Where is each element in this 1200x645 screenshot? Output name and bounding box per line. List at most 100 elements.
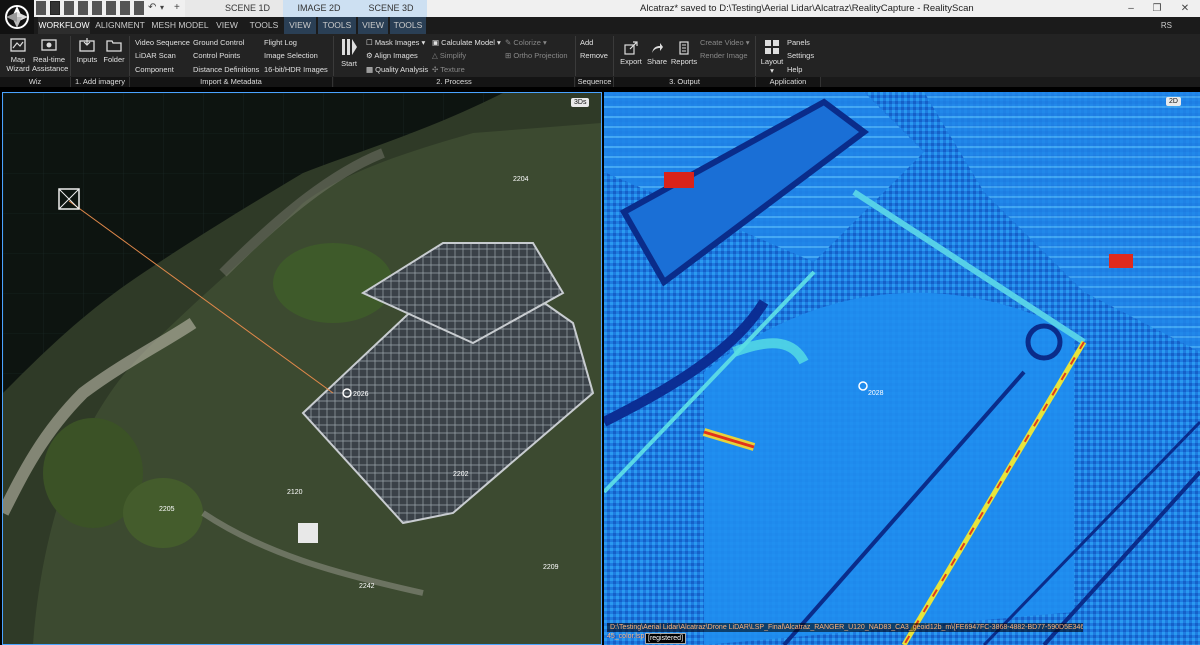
chevron-down-icon: ▾: [770, 66, 774, 75]
intensity-map-render: [604, 92, 1200, 645]
calculate-model-button[interactable]: ▣ Calculate Model ▾: [432, 38, 501, 48]
save-icon[interactable]: [134, 1, 144, 15]
chevron-down-icon: ▾: [421, 38, 426, 47]
lidar-scan-button[interactable]: LiDAR Scan: [135, 51, 176, 61]
divider: [129, 36, 130, 76]
inputs-label: Inputs: [76, 55, 98, 64]
chevron-down-icon: ▾: [497, 38, 501, 47]
viewport-2d[interactable]: 2D 2028: [604, 92, 1200, 645]
viewport-2d-badge[interactable]: 2D: [1166, 97, 1181, 106]
scene-tab-image-2d[interactable]: IMAGE 2D: [283, 0, 355, 17]
reports-label: Reports: [670, 57, 698, 66]
minimize-icon[interactable]: –: [1118, 0, 1144, 17]
control-points-button[interactable]: Control Points: [193, 51, 240, 61]
viewport-3d[interactable]: 3Ds 2204 2026 2205 2202 2120 2242 2209: [2, 92, 602, 645]
realtime-assistance-button[interactable]: Real-time Assistance: [32, 37, 68, 73]
file-path-status: D:\Testing\Aerial Lidar\Alcatraz\Drone L…: [607, 623, 1083, 632]
ribbon-tab-row: WORKFLOW ALIGNMENT MESH MODEL VIEW TOOLS…: [34, 17, 1200, 34]
group-label-application: Application: [756, 77, 821, 87]
tab-tools[interactable]: TOOLS: [246, 17, 282, 34]
flight-log-button[interactable]: Flight Log: [264, 38, 297, 48]
image-selection-button[interactable]: Image Selection: [264, 51, 318, 61]
tab-alignment[interactable]: ALIGNMENT: [92, 17, 148, 34]
tab-view[interactable]: VIEW: [212, 17, 242, 34]
window-title: Alcatraz* saved to D:\Testing\Aerial Lid…: [640, 3, 974, 14]
export-icon: [624, 41, 638, 55]
mask-images-button[interactable]: ☐ Mask Images ▾: [366, 38, 425, 48]
tab-tools-3[interactable]: TOOLS: [390, 17, 426, 34]
panels-button[interactable]: Panels: [787, 38, 810, 48]
start-button[interactable]: Start: [338, 37, 360, 68]
layout-button[interactable]: Layout ▾: [760, 39, 784, 75]
add-icon[interactable]: +: [174, 1, 182, 15]
calculate-model-label: Calculate Model: [441, 38, 495, 47]
grid-icon: ▦: [366, 65, 376, 74]
map-wizard-button[interactable]: Map Wizard: [4, 37, 32, 73]
divider: [613, 36, 614, 76]
create-video-label: Create Video: [700, 38, 744, 47]
divider: [333, 36, 334, 76]
title-bar: ↶ ▾ + SCENE 1D IMAGE 2D SCENE 3D Alcatra…: [0, 0, 1200, 17]
divider: [755, 36, 756, 76]
tab-tools-2[interactable]: TOOLS: [318, 17, 356, 34]
scene-tab-3d[interactable]: SCENE 3D: [355, 0, 427, 17]
reports-button[interactable]: Reports: [670, 41, 698, 66]
inputs-button[interactable]: Inputs: [74, 37, 100, 64]
point-label: 2205: [159, 506, 175, 513]
quality-analysis-button[interactable]: ▦ Quality Analysis: [366, 65, 428, 75]
ground-control-button[interactable]: Ground Control: [193, 38, 244, 48]
video-sequence-button[interactable]: Video Sequence: [135, 38, 190, 48]
hdr-images-button[interactable]: 16-bit/HDR Images: [264, 65, 328, 75]
align-images-button[interactable]: ⚙ Align Images: [366, 51, 418, 61]
map-wizard-icon: [10, 38, 26, 52]
layout-label: Layout: [760, 57, 784, 66]
share-button[interactable]: Share: [646, 41, 668, 66]
layout-1-icon[interactable]: [36, 1, 46, 15]
texture-button[interactable]: ✣ Texture: [432, 65, 465, 75]
tab-workflow[interactable]: WORKFLOW: [38, 17, 90, 34]
distance-definitions-button[interactable]: Distance Definitions: [193, 65, 259, 75]
point-label: 2242: [359, 583, 375, 590]
tab-mesh-model[interactable]: MESH MODEL: [150, 17, 210, 34]
point-label: 2028: [868, 390, 884, 397]
tab-view-2[interactable]: VIEW: [284, 17, 316, 34]
layout-7-icon[interactable]: [120, 1, 130, 15]
layout-2-icon[interactable]: [50, 1, 60, 15]
add-button[interactable]: Add: [580, 38, 593, 48]
maximize-icon[interactable]: ❐: [1144, 0, 1170, 17]
ortho-projection-button[interactable]: ⊞ Ortho Projection: [505, 51, 568, 61]
export-button[interactable]: Export: [619, 41, 643, 66]
app-logo[interactable]: [0, 0, 34, 34]
layout-6-icon[interactable]: [106, 1, 116, 15]
layout-3-icon[interactable]: [64, 1, 74, 15]
file-name-status: 45_color.lsp: [607, 633, 645, 640]
remove-button[interactable]: Remove: [580, 51, 608, 61]
simplify-button[interactable]: △ Simplify: [432, 51, 466, 61]
texture-label: Texture: [440, 65, 465, 74]
colorize-button[interactable]: ✎ Colorize ▾: [505, 38, 547, 48]
reports-icon: [679, 41, 689, 55]
simplify-icon: △: [432, 51, 440, 60]
layout-4-icon[interactable]: [78, 1, 88, 15]
folder-button[interactable]: Folder: [102, 37, 126, 64]
align-images-label: Align Images: [374, 51, 418, 60]
divider: [70, 36, 71, 76]
group-label-output: 3. Output: [614, 77, 756, 87]
create-video-button[interactable]: Create Video ▾: [700, 38, 750, 48]
realtime-assistance-icon: [41, 39, 57, 51]
viewport-3d-badge[interactable]: 3Ds: [571, 98, 590, 107]
tab-view-3[interactable]: VIEW: [358, 17, 388, 34]
quality-analysis-label: Quality Analysis: [375, 65, 429, 74]
settings-button[interactable]: Settings: [787, 51, 814, 61]
group-label-add-imagery: 1. Add imagery: [71, 77, 130, 87]
component-button[interactable]: Component: [135, 65, 174, 75]
point-label: 2202: [453, 471, 469, 478]
close-icon[interactable]: ✕: [1172, 0, 1198, 17]
group-label-sequence: Sequence: [576, 77, 614, 87]
layout-5-icon[interactable]: [92, 1, 102, 15]
render-image-button[interactable]: Render Image: [700, 51, 748, 61]
undo-icon[interactable]: ↶: [148, 1, 158, 15]
help-button[interactable]: Help: [787, 65, 802, 75]
dropdown-chevron-icon[interactable]: ▾: [160, 1, 168, 15]
point-cloud-render: [3, 93, 601, 644]
